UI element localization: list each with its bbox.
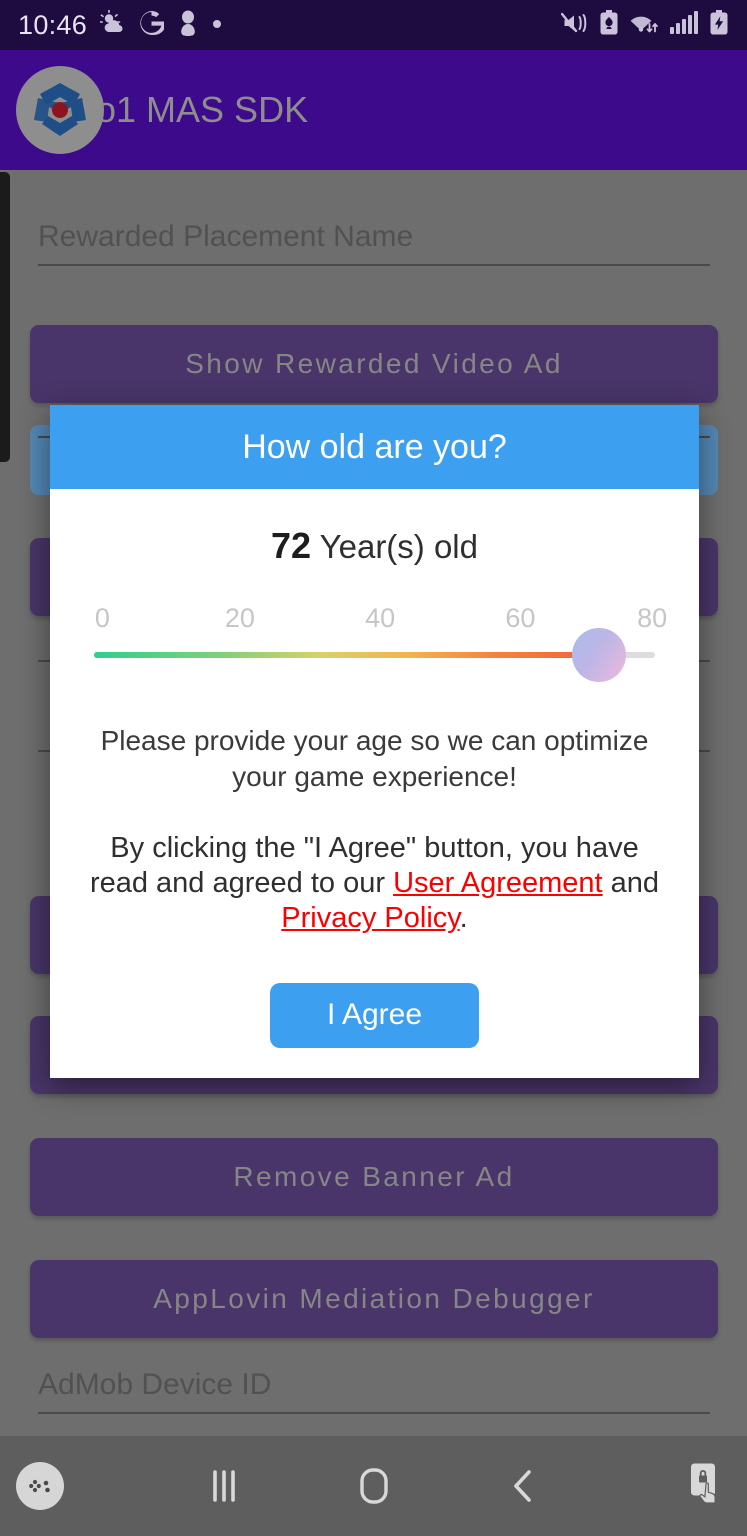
weather-partly-cloudy-icon — [99, 8, 126, 41]
cellular-signal-icon — [670, 10, 698, 40]
i-agree-button[interactable]: I Agree — [270, 982, 479, 1048]
app-bar: o1 MAS SDK — [0, 50, 747, 170]
back-button[interactable] — [448, 1464, 597, 1508]
admob-device-id-field[interactable]: AdMob Device ID — [38, 1368, 710, 1414]
age-value: 72 — [271, 525, 312, 566]
slider-tick-20: 20 — [224, 603, 255, 633]
consent-text: By clicking the "I Agree" button, you ha… — [86, 831, 663, 937]
user-agreement-link[interactable]: User Agreement — [393, 867, 603, 899]
age-unit-label: Year(s) old — [319, 528, 478, 565]
dialog-actions: I Agree — [50, 982, 699, 1048]
game-booster-icon[interactable] — [16, 1462, 64, 1510]
phone-screen: 10:46 o1 MAS SDK Rewarded Placement Name… — [0, 0, 747, 1536]
age-slider-ticks: 0 20 40 60 80 — [94, 603, 667, 635]
o1-app-logo-icon — [16, 66, 104, 154]
contact-avatar-icon — [177, 10, 199, 41]
consent-part-3: . — [459, 902, 468, 935]
age-readout: 72 Year(s) old — [50, 525, 699, 567]
remove-banner-ad-button[interactable]: Remove Banner Ad — [30, 1138, 718, 1216]
age-gate-dialog: How old are you? 72 Year(s) old 0 20 40 … — [50, 405, 699, 1078]
battery-charging-icon — [709, 10, 729, 40]
show-rewarded-video-ad-button[interactable]: Show Rewarded Video Ad — [30, 325, 718, 403]
status-bar: 10:46 — [0, 0, 747, 50]
slider-tick-80: 80 — [637, 603, 668, 633]
vibrate-mute-icon — [560, 11, 588, 40]
status-bar-right — [560, 10, 729, 40]
rewarded-placement-name-field[interactable]: Rewarded Placement Name — [38, 220, 710, 266]
slider-tick-40: 40 — [365, 603, 396, 633]
navigation-bar — [0, 1436, 747, 1536]
google-g-icon — [139, 10, 166, 40]
age-slider[interactable]: 0 20 40 60 80 — [94, 603, 667, 682]
screen-lock-touch-icon[interactable] — [685, 1461, 729, 1512]
slider-thumb[interactable] — [571, 628, 626, 682]
wifi-transfer-icon — [630, 11, 659, 40]
battery-saver-icon — [599, 10, 619, 40]
home-button[interactable] — [299, 1463, 448, 1509]
slider-track-fill — [94, 652, 599, 658]
privacy-policy-link[interactable]: Privacy Policy — [281, 902, 459, 934]
dialog-header: How old are you? — [50, 405, 699, 489]
recent-apps-button[interactable] — [149, 1465, 298, 1507]
dialog-title: How old are you? — [242, 427, 507, 466]
dot-indicator-icon — [212, 16, 222, 34]
age-description: Please provide your age so we can optimi… — [100, 725, 649, 792]
consent-part-2: and — [602, 867, 660, 900]
app-title: o1 MAS SDK — [96, 89, 309, 130]
age-slider-track[interactable] — [94, 628, 655, 682]
status-clock: 10:46 — [18, 9, 88, 40]
applovin-mediation-debugger-button[interactable]: AppLovin Mediation Debugger — [30, 1260, 718, 1338]
slider-tick-0: 0 — [94, 603, 110, 633]
slider-tick-60: 60 — [505, 603, 536, 633]
status-bar-left: 10:46 — [18, 8, 222, 41]
